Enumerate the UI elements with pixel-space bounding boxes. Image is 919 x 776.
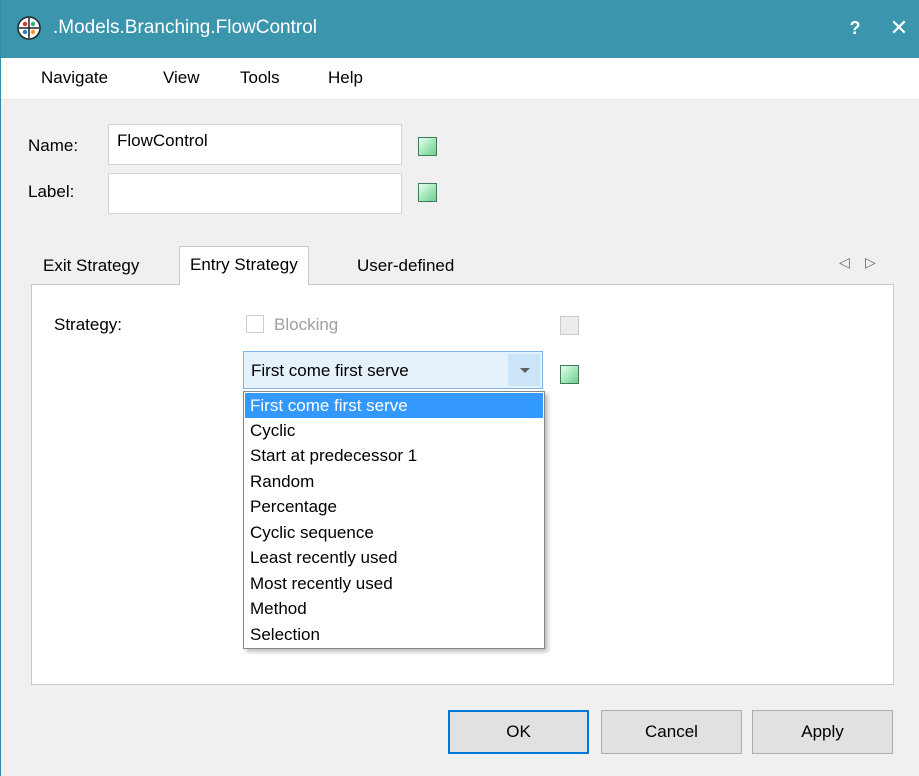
strategy-option-percentage[interactable]: Percentage xyxy=(245,494,543,519)
strategy-select[interactable]: First come first serve xyxy=(243,351,543,389)
strategy-option-cyclic[interactable]: Cyclic xyxy=(245,418,543,443)
strategy-option-first-come-first-serve[interactable]: First come first serve xyxy=(245,393,543,418)
tab-user-defined[interactable]: User-defined xyxy=(347,248,464,286)
strategy-select-value: First come first serve xyxy=(251,361,409,380)
menu-bar: Navigate View Tools Help xyxy=(1,58,919,100)
name-inherit-indicator[interactable] xyxy=(418,137,437,156)
strategy-option-most-recently-used[interactable]: Most recently used xyxy=(245,571,543,596)
blocking-checkbox[interactable] xyxy=(246,315,264,333)
tab-exit-strategy[interactable]: Exit Strategy xyxy=(33,248,149,286)
apply-button[interactable]: Apply xyxy=(752,710,893,754)
strategy-option-cyclic-sequence[interactable]: Cyclic sequence xyxy=(245,520,543,545)
dialog-window: .Models.Branching.FlowControl ? ✕ Naviga… xyxy=(0,0,919,776)
close-button[interactable]: ✕ xyxy=(884,13,914,43)
tab-entry-strategy[interactable]: Entry Strategy xyxy=(179,246,309,285)
menu-navigate[interactable]: Navigate xyxy=(41,68,108,88)
strategy-label: Strategy: xyxy=(54,315,123,334)
window-title: .Models.Branching.FlowControl xyxy=(53,17,318,38)
title-bar[interactable]: .Models.Branching.FlowControl ? ✕ xyxy=(1,0,919,58)
label-field[interactable] xyxy=(108,173,402,214)
label-label: Label: xyxy=(28,182,75,201)
strategy-option-random[interactable]: Random xyxy=(245,469,543,494)
strategy-option-least-recently-used[interactable]: Least recently used xyxy=(245,545,543,570)
ok-button[interactable]: OK xyxy=(448,710,589,754)
strategy-option-start-at-predecessor[interactable]: Start at predecessor 1 xyxy=(245,443,543,468)
label-inherit-indicator[interactable] xyxy=(418,183,437,202)
strategy-option-method[interactable]: Method xyxy=(245,596,543,621)
tab-scroll-right-icon[interactable]: ▷ xyxy=(865,254,876,271)
menu-tools[interactable]: Tools xyxy=(240,68,280,88)
app-logo-icon xyxy=(17,16,41,40)
strategy-dropdown-list: First come first serve Cyclic Start at p… xyxy=(243,391,545,649)
blocking-inherit-indicator[interactable] xyxy=(560,316,579,335)
tab-scroll-left-icon[interactable]: ◁ xyxy=(839,254,850,271)
name-field[interactable]: FlowControl xyxy=(108,124,402,165)
menu-view[interactable]: View xyxy=(163,68,200,88)
cancel-button[interactable]: Cancel xyxy=(601,710,742,754)
blocking-label: Blocking xyxy=(274,315,339,334)
strategy-option-selection[interactable]: Selection xyxy=(245,622,543,647)
help-button[interactable]: ? xyxy=(841,14,869,42)
name-label: Name: xyxy=(28,136,79,155)
menu-help[interactable]: Help xyxy=(328,68,363,88)
chevron-down-icon[interactable] xyxy=(508,354,540,386)
strategy-inherit-indicator[interactable] xyxy=(560,365,579,384)
